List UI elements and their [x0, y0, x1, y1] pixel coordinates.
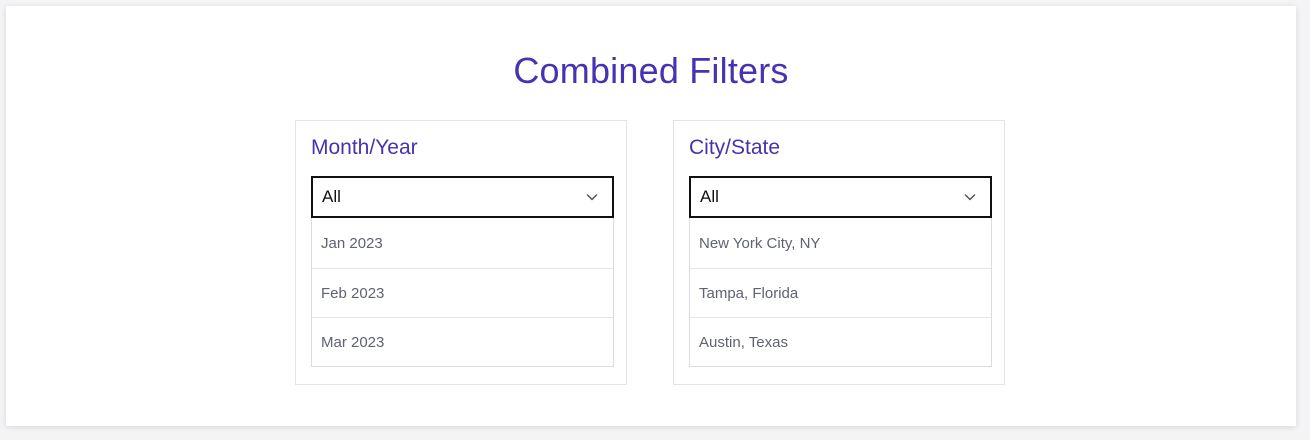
filter-label: City/State	[689, 136, 781, 159]
page-container: Combined Filters Month/Year All Jan 2023…	[6, 6, 1296, 426]
select-value: All	[322, 187, 341, 206]
chevron-down-icon	[964, 194, 976, 201]
filter-panel-month-year: Month/Year All Jan 2023 Feb 2023 Mar 202…	[295, 120, 627, 385]
month-year-select[interactable]: All	[311, 176, 614, 218]
filter-panel-city-state: City/State All New York City, NY Tampa, …	[673, 120, 1005, 385]
filter-label: Month/Year	[311, 136, 418, 159]
page-title: Combined Filters	[513, 50, 789, 91]
option-item[interactable]: Jan 2023	[312, 218, 613, 268]
chevron-down-icon	[586, 194, 598, 201]
city-state-select[interactable]: All	[689, 176, 992, 218]
dropdown-options: Jan 2023 Feb 2023 Mar 2023	[311, 218, 614, 367]
option-item[interactable]: Mar 2023	[312, 317, 613, 366]
dropdown-options: New York City, NY Tampa, Florida Austin,…	[689, 218, 992, 367]
option-item[interactable]: Feb 2023	[312, 268, 613, 317]
option-item[interactable]: New York City, NY	[690, 218, 991, 268]
option-item[interactable]: Tampa, Florida	[690, 268, 991, 317]
option-item[interactable]: Austin, Texas	[690, 317, 991, 366]
select-value: All	[700, 187, 719, 206]
